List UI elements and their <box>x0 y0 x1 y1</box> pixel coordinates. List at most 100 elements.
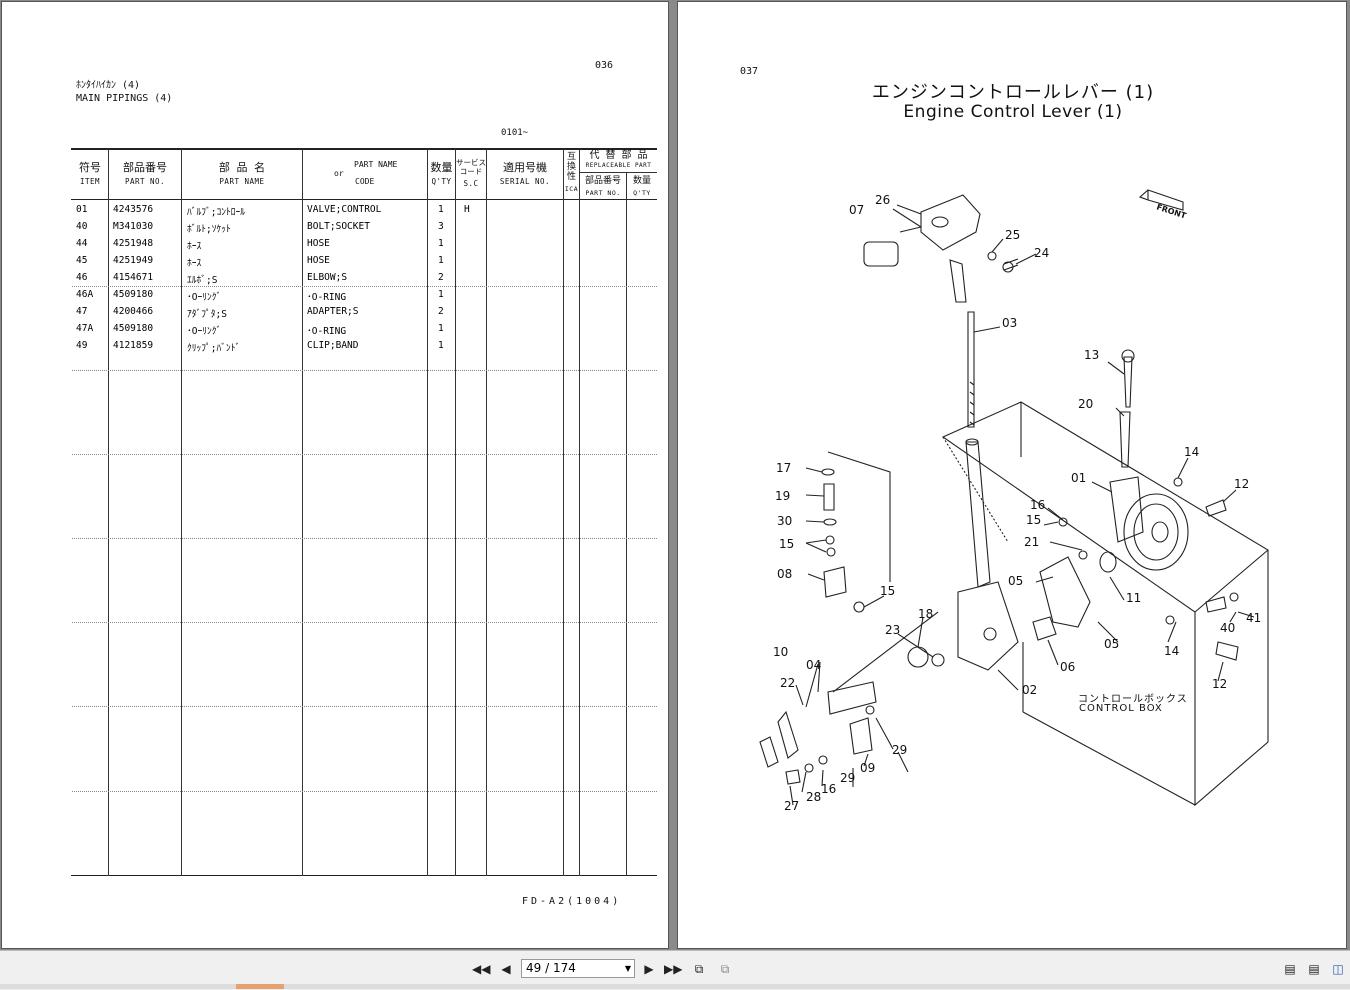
callout-16: 16 <box>1030 498 1045 512</box>
section-title-jp: ﾎﾝﾀｲﾊｲｶﾝ (4) <box>76 80 141 91</box>
callout-24: 24 <box>1034 246 1049 260</box>
row-separator <box>72 706 657 707</box>
next-page-icon[interactable]: ▶ <box>640 960 658 978</box>
bracket-05 <box>1039 556 1091 628</box>
washer-25 <box>987 251 997 261</box>
cell-qty: 1 <box>438 289 444 300</box>
callout-29: 29 <box>892 743 907 757</box>
row-separator <box>72 286 657 287</box>
callout-02: 02 <box>1022 683 1037 697</box>
header-code-top: PART NAME <box>354 160 398 169</box>
single-page-view-icon[interactable]: ▤ <box>1281 960 1299 978</box>
cell-name-jp: ｴﾙﾎﾞ;S <box>187 275 218 286</box>
cell-part-no: M341030 <box>113 221 154 232</box>
paste-icon[interactable]: ⧉ <box>716 960 734 978</box>
washer-28 <box>804 763 814 773</box>
header-part-no: 部品番号 PART NO. <box>123 161 167 186</box>
callout-01: 01 <box>1071 471 1086 485</box>
cell-item: 40 <box>76 221 88 232</box>
cell-part-no: 4200466 <box>113 306 154 317</box>
header-replaceable: 代 替 部 品 REPLACEABLE PART <box>585 150 652 170</box>
header-item: 符号 ITEM <box>79 161 101 186</box>
header-qty: 数量 Q'TY <box>430 161 453 186</box>
knob-26-hole <box>931 216 949 228</box>
callout-15b: 15 <box>779 537 794 551</box>
callout-05b: 05 <box>1104 637 1119 651</box>
nut-21 <box>1078 550 1088 560</box>
first-page-icon[interactable]: ◀◀ <box>472 960 490 978</box>
cell-name: HOSE <box>307 238 330 249</box>
scrollbar-thumb[interactable] <box>236 984 284 989</box>
cell-qty: 3 <box>438 221 444 232</box>
header-serial: 適用号機 SERIAL NO. <box>499 161 551 186</box>
nut-15 <box>853 601 865 613</box>
header-or: or <box>334 169 344 178</box>
continuous-view-icon[interactable]: ▤ <box>1305 960 1323 978</box>
right-page: 037 エンジンコントロールレバー (1) Engine Control Lev… <box>677 1 1347 949</box>
table-row: 01 4243576 ﾊﾞﾙﾌﾞ;ｺﾝﾄﾛｰﾙ VALVE;CONTROL 1 H <box>72 202 657 219</box>
section-title-en: MAIN PIPINGS (4) <box>76 93 173 104</box>
copy-icon[interactable]: ⧉ <box>690 960 708 978</box>
page-indicator: 49 / 174 <box>526 961 576 975</box>
control-box-edge <box>1022 711 1196 806</box>
washer-30 <box>823 518 837 526</box>
prev-page-icon[interactable]: ◀ <box>497 960 515 978</box>
page-number: 036 <box>595 60 614 71</box>
cell-name-jp: ･Oｰﾘﾝｸﾞ <box>187 292 222 303</box>
cell-name-jp: ｸﾘｯﾌﾟ;ﾊﾞﾝﾄﾞ <box>187 343 241 354</box>
cell-name-jp: ･Oｰﾘﾝｸﾞ <box>187 326 222 337</box>
cell-item: 46A <box>76 289 94 300</box>
cell-name-jp: ﾊﾞﾙﾌﾞ;ｺﾝﾄﾛｰﾙ <box>187 207 245 218</box>
collar-11 <box>1099 551 1117 573</box>
cell-item: 49 <box>76 340 88 351</box>
row-separator <box>72 370 657 371</box>
serial-range: 0101~ <box>501 128 529 138</box>
part-08 <box>823 566 847 598</box>
callout-20: 20 <box>1078 397 1093 411</box>
nut-15b <box>826 547 836 557</box>
cell-part-no: 4243576 <box>113 204 154 215</box>
exploded-view-diagram: 07 26 25 24 03 13 20 14 12 01 17 19 16 1… <box>759 189 1269 813</box>
table-row: 49 4121859 ｸﾘｯﾌﾟ;ﾊﾞﾝﾄﾞ CLIP;BAND 1 <box>72 338 657 355</box>
cell-name: VALVE;CONTROL <box>307 204 382 215</box>
cell-name-jp: ﾎﾞﾙﾄ;ｿｹｯﾄ <box>187 224 231 235</box>
link-10b <box>759 736 779 768</box>
bracket-04 <box>827 681 877 715</box>
plate-hole <box>983 627 997 641</box>
cell-qty: 2 <box>438 306 444 317</box>
cap-07 <box>863 241 899 267</box>
callout-06: 06 <box>1060 660 1075 674</box>
control-box-edge <box>942 436 1009 543</box>
washer-16 <box>818 755 828 765</box>
callout-29b: 29 <box>840 771 855 785</box>
header-code-bottom: CODE <box>355 177 375 186</box>
callout-25: 25 <box>1005 228 1020 242</box>
cell-part-no: 4509180 <box>113 323 154 334</box>
callout-15: 15 <box>1026 513 1041 527</box>
callout-10: 10 <box>773 645 788 659</box>
cell-item: 01 <box>76 204 88 215</box>
knob-26 <box>920 194 981 251</box>
callout-22: 22 <box>780 676 795 690</box>
rod-17 <box>827 451 891 582</box>
clip-23 <box>931 653 945 667</box>
horizontal-scrollbar[interactable] <box>0 984 1350 989</box>
page-select[interactable]: 49 / 174 ▼ <box>521 959 635 978</box>
table-row: 46A 4509180 ･Oｰﾘﾝｸﾞ ･O-RING 1 <box>72 287 657 304</box>
table-row: 46 4154671 ｴﾙﾎﾞ;S ELBOW;S 2 <box>72 270 657 287</box>
plate-02 <box>957 581 1019 671</box>
lever-rod <box>967 311 975 428</box>
cell-name: ELBOW;S <box>307 272 348 283</box>
valve-hub <box>1151 521 1169 543</box>
control-box-outline <box>941 401 1269 807</box>
last-page-icon[interactable]: ▶▶ <box>664 960 682 978</box>
callout-04: 04 <box>806 658 821 672</box>
cell-qty: 2 <box>438 272 444 283</box>
cell-qty: 1 <box>438 340 444 351</box>
cell-name: BOLT;SOCKET <box>307 221 370 232</box>
spring-19 <box>823 483 835 511</box>
two-page-view-icon[interactable]: ◫ <box>1329 960 1347 978</box>
cell-item: 44 <box>76 238 88 249</box>
valve-01-body <box>1109 476 1144 543</box>
cell-item: 46 <box>76 272 88 283</box>
